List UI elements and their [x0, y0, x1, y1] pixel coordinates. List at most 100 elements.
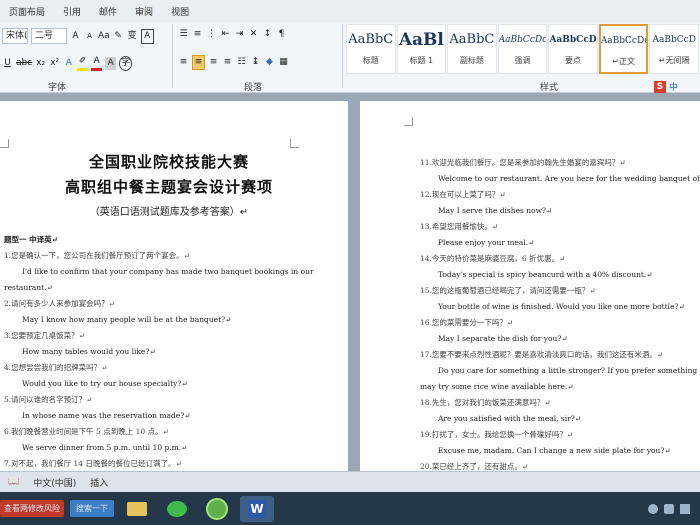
proofing-icon[interactable]: 📖	[8, 477, 19, 487]
word-taskbar-button[interactable]: W	[240, 495, 274, 522]
font-size-select[interactable]: 二号	[31, 28, 67, 44]
char-border-icon[interactable]: A	[140, 28, 154, 44]
shrink-font-icon[interactable]: A	[84, 30, 95, 43]
doc-line: May I separate the dish for you?↵	[438, 334, 568, 343]
doc-line: 20.菜已经上齐了，还有甜点。↵	[420, 462, 529, 471]
doc-line: 5.请问以谁的名字预订？↵	[4, 395, 93, 404]
chinese-layout-icon[interactable]: ✕	[248, 28, 259, 41]
doc-line: We serve dinner from 5 p.m. until 10 p.m…	[22, 443, 188, 452]
browser-button[interactable]	[200, 496, 234, 522]
doc-line: 2.请问有多少人来参加宴会吗？↵	[4, 299, 115, 308]
tab-references[interactable]: 引用	[54, 5, 90, 18]
tab-page-layout[interactable]: 页面布局	[0, 5, 54, 18]
system-tray	[648, 503, 700, 514]
doc-line: 11.欢迎光临我们餐厅。您是来参加约翰先生婚宴的嘉宾吗？↵	[420, 158, 626, 167]
doc-line: Excuse me, madam. Can I change a new sid…	[438, 446, 671, 455]
font-row-2: U abc x₂ x² A ✐ A A 字	[2, 55, 133, 71]
tray-icon[interactable]	[648, 503, 658, 514]
style-name: 标题	[362, 56, 379, 65]
network-icon[interactable]	[680, 503, 690, 514]
margin-mark	[290, 139, 299, 148]
style-name: ↵正文	[612, 57, 635, 66]
clear-format-icon[interactable]: ✎	[113, 30, 124, 43]
borders-icon[interactable]: ▦	[278, 56, 289, 69]
doc-title-line-2: 高职组中餐主题宴会设计赛项	[64, 178, 273, 196]
doc-line: How many tables would you like?↵	[22, 347, 156, 356]
line-spacing-icon[interactable]: ↨	[250, 56, 261, 69]
doc-line: 7.对不起，我们餐厅 14 日晚餐的餐位已经订满了。↵	[4, 459, 182, 468]
font-color-icon[interactable]: A	[91, 55, 103, 71]
styles-gallery: AaBbC 标题 AaBl 标题 1 AaBbC 副标题 AaBbCcDc 强调…	[346, 24, 700, 76]
multilevel-list-icon[interactable]: ⋮	[206, 28, 217, 41]
doc-line: I'd like to confirm that your company ha…	[22, 267, 314, 276]
page-1[interactable]: 全国职业院校技能大赛 高职组中餐主题宴会设计赛项 （英语口语测试题库及参考答案）…	[0, 101, 348, 471]
strikethrough-icon[interactable]: abc	[16, 57, 32, 70]
distributed-icon[interactable]: ☷	[236, 56, 247, 69]
shading-icon[interactable]: ◆	[264, 56, 275, 69]
ime-toolbar[interactable]: S 中	[654, 80, 678, 93]
tab-view[interactable]: 视图	[162, 5, 198, 18]
enclose-char-icon[interactable]: 字	[119, 55, 133, 71]
paragraph-row-2: ≡ ≡ ≡ ≡ ☷ ↨ ◆ ▦	[178, 55, 289, 70]
ime-mode-label: 中	[669, 83, 679, 93]
style-name: 强调	[514, 56, 531, 65]
taskbar-item-news[interactable]: 查看两修改风险	[0, 500, 64, 517]
subscript-icon[interactable]: x₂	[35, 57, 46, 70]
style-preview: AaBbCcD	[549, 35, 597, 45]
align-center-icon[interactable]: ≡	[192, 55, 205, 70]
sort-icon[interactable]: ↕	[262, 28, 273, 41]
taskbar-search[interactable]: 搜索一下	[70, 500, 114, 517]
change-case-icon[interactable]: Aa	[98, 30, 110, 43]
wechat-button[interactable]	[160, 496, 194, 522]
style-preview: AaBl	[398, 30, 444, 50]
separator	[172, 24, 173, 88]
show-marks-icon[interactable]: ¶	[276, 28, 287, 41]
char-shading-icon[interactable]: A	[105, 56, 117, 70]
style-name: 要点	[565, 56, 582, 65]
browser-icon	[206, 497, 228, 520]
page-2-body: 11.欢迎光临我们餐厅。您是来参加约翰先生婚宴的嘉宾吗？↵ Welcome to…	[360, 101, 700, 471]
underline-icon[interactable]: U	[2, 57, 13, 70]
insert-mode-indicator[interactable]: 插入	[90, 476, 108, 489]
doc-line: In whose name was the reservation made?↵	[22, 411, 191, 420]
numbering-icon[interactable]: ≡	[192, 28, 203, 41]
align-right-icon[interactable]: ≡	[208, 56, 219, 69]
separator	[342, 24, 343, 88]
tray-icon[interactable]	[664, 503, 674, 514]
file-explorer-button[interactable]	[120, 496, 154, 522]
margin-mark	[404, 117, 413, 126]
tab-review[interactable]: 审阅	[126, 5, 162, 18]
phonetic-guide-icon[interactable]: 变	[127, 30, 138, 43]
style-subtitle[interactable]: AaBbC 副标题	[447, 24, 497, 74]
text-effects-icon[interactable]: A	[63, 57, 74, 70]
tab-mailings[interactable]: 邮件	[90, 5, 126, 18]
decrease-indent-icon[interactable]: ⇤	[220, 28, 231, 41]
bullets-icon[interactable]: ☰	[178, 28, 189, 41]
style-name: 标题 1	[409, 56, 434, 65]
style-preview: AaBbCcDc	[498, 35, 548, 45]
style-preview: AaBbCcD	[652, 35, 696, 45]
superscript-icon[interactable]: x²	[49, 57, 60, 70]
style-strong[interactable]: AaBbCcD 要点	[548, 24, 598, 74]
group-label-font: 字体	[48, 83, 67, 93]
doc-line: 13.希望您用餐愉快。↵	[420, 222, 499, 231]
style-emphasis[interactable]: AaBbCcDc 强调	[497, 24, 548, 74]
style-heading-1[interactable]: AaBl 标题 1	[396, 24, 447, 74]
style-title[interactable]: AaBbC 标题	[346, 24, 396, 74]
justify-icon[interactable]: ≡	[222, 56, 233, 69]
doc-line: Are you satisfied with the meal, sir?↵	[438, 414, 582, 423]
style-no-spacing[interactable]: AaBbCcD ↵无间隔	[649, 24, 700, 74]
doc-line: restaurant.↵	[4, 283, 53, 292]
align-left-icon[interactable]: ≡	[178, 56, 189, 69]
folder-icon	[127, 501, 147, 516]
page-2[interactable]: 11.欢迎光临我们餐厅。您是来参加约翰先生婚宴的嘉宾吗？↵ Welcome to…	[360, 101, 700, 471]
font-name-select[interactable]: 宋体(正	[2, 28, 28, 44]
highlight-icon[interactable]: ✐	[77, 55, 89, 71]
increase-indent-icon[interactable]: ⇥	[234, 28, 245, 41]
doc-line: Do you care for something a little stron…	[438, 366, 700, 375]
language-indicator[interactable]: 中文(中国)	[33, 476, 76, 489]
grow-font-icon[interactable]: A	[70, 30, 81, 43]
taskbar: 查看两修改风险 搜索一下 W	[0, 492, 700, 525]
doc-line: 17.您要不要来点烈性酒呢？要是喜欢清淡爽口的话，我们这还有米酒。↵	[420, 350, 664, 359]
style-normal[interactable]: AaBbCcDc ↵正文	[598, 24, 649, 74]
